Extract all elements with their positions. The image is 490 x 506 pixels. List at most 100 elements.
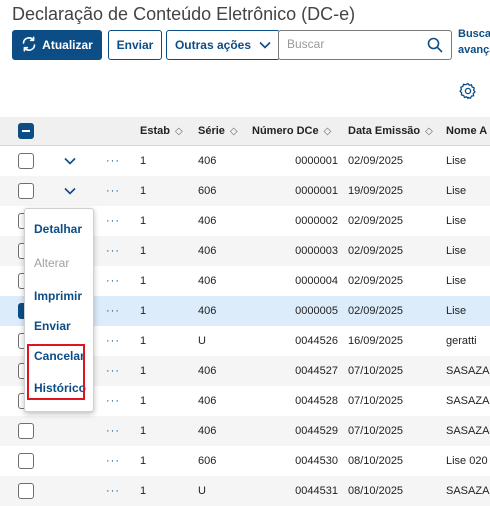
cell-estab: 1 <box>140 335 147 347</box>
column-header-nome[interactable]: Nome A <box>446 117 490 145</box>
cell-data-emissao: 08/10/2025 <box>348 455 404 467</box>
row-checkbox[interactable] <box>18 483 34 499</box>
cell-estab: 1 <box>140 395 147 407</box>
cell-data-emissao: 02/09/2025 <box>348 275 404 287</box>
chevron-down-icon[interactable] <box>64 187 76 195</box>
cell-nome: Lise 020 <box>446 455 488 467</box>
row-select-cell <box>18 176 36 206</box>
cell-serie: U <box>198 485 206 497</box>
column-header-label: Data Emissão <box>348 125 421 137</box>
cell-numero: 0044530 <box>295 455 338 467</box>
cell-estab: 1 <box>140 215 147 227</box>
search-box <box>278 30 452 60</box>
cell-serie: 406 <box>198 155 217 167</box>
cell-numero: 0000001 <box>295 185 338 197</box>
column-header-label: Estab <box>140 125 170 137</box>
cell-data-emissao: 07/10/2025 <box>348 395 404 407</box>
cell-nome: geratti <box>446 335 477 347</box>
refresh-button[interactable]: Atualizar <box>12 30 102 60</box>
column-header-label: Número DCe <box>252 125 319 137</box>
menu-item-alterar: Alterar <box>34 256 70 270</box>
cell-nome: SASAZA <box>446 395 490 407</box>
column-header-data[interactable]: Data Emissão ◇ <box>348 117 438 145</box>
row-expand-cell <box>64 176 80 206</box>
more-horizontal-icon[interactable]: ··· <box>106 146 122 176</box>
more-horizontal-icon[interactable]: ··· <box>106 416 122 446</box>
cell-estab: 1 <box>140 155 147 167</box>
advanced-search-link[interactable]: Busca avançada <box>458 26 490 58</box>
cell-estab: 1 <box>140 275 147 287</box>
cell-numero: 0000001 <box>295 155 338 167</box>
select-all-cell <box>18 117 36 145</box>
sort-icon: ◇ <box>323 125 332 137</box>
column-header-label: Série <box>198 125 225 137</box>
advanced-search-line1: Busca <box>458 28 490 40</box>
more-horizontal-icon[interactable]: ··· <box>106 266 122 296</box>
chevron-down-icon[interactable] <box>64 157 76 165</box>
highlight-box <box>27 344 85 400</box>
cell-serie: 406 <box>198 275 217 287</box>
menu-item-enviar[interactable]: Enviar <box>34 319 71 333</box>
menu-item-detalhar[interactable]: Detalhar <box>34 222 82 236</box>
cell-data-emissao: 02/09/2025 <box>348 245 404 257</box>
cell-data-emissao: 16/09/2025 <box>348 335 404 347</box>
select-all-checkbox[interactable] <box>18 123 34 139</box>
row-select-cell <box>18 476 36 506</box>
cell-nome: SASAZA <box>446 485 490 497</box>
send-button[interactable]: Enviar <box>108 30 162 60</box>
search-icon[interactable] <box>427 37 443 53</box>
cell-serie: 406 <box>198 425 217 437</box>
table-row[interactable]: ··· 1 406 0044529 07/10/2025 SASAZA <box>0 416 490 446</box>
more-horizontal-icon[interactable]: ··· <box>106 236 122 266</box>
more-horizontal-icon[interactable]: ··· <box>106 206 122 236</box>
table-row[interactable]: ··· 1 U 0044531 08/10/2025 SASAZA <box>0 476 490 506</box>
cell-numero: 0000004 <box>295 275 338 287</box>
cell-serie: 606 <box>198 455 217 467</box>
cell-data-emissao: 07/10/2025 <box>348 365 404 377</box>
search-input[interactable] <box>279 31 427 57</box>
table-row[interactable]: ··· 1 406 0000001 02/09/2025 Lise <box>0 146 490 176</box>
cell-serie: 406 <box>198 365 217 377</box>
row-expand-cell <box>64 146 80 176</box>
more-horizontal-icon[interactable]: ··· <box>106 326 122 356</box>
table-header: Estab ◇ Série ◇ Número DCe ◇ Data Emissão ◇ … <box>0 117 490 146</box>
cell-data-emissao: 02/09/2025 <box>348 155 404 167</box>
gear-icon[interactable] <box>459 82 477 100</box>
chevron-down-icon <box>259 41 271 49</box>
row-checkbox[interactable] <box>18 423 34 439</box>
cell-serie: 406 <box>198 305 217 317</box>
more-horizontal-icon[interactable]: ··· <box>106 386 122 416</box>
cell-nome: SASAZA <box>446 365 490 377</box>
more-horizontal-icon[interactable]: ··· <box>106 176 122 206</box>
page-title: Declaração de Conteúdo Eletrônico (DC-e) <box>12 4 356 24</box>
column-header-label: Nome A <box>446 125 488 137</box>
sort-icon: ◇ <box>425 125 433 137</box>
toolbar: Atualizar Enviar Outras ações Busca avan… <box>12 28 490 62</box>
menu-item-imprimir[interactable]: Imprimir <box>34 289 82 303</box>
more-actions-label: Outras ações <box>174 38 252 52</box>
cell-serie: 406 <box>198 215 217 227</box>
row-checkbox[interactable] <box>18 453 34 469</box>
refresh-icon <box>21 36 37 55</box>
more-horizontal-icon[interactable]: ··· <box>106 446 122 476</box>
cell-nome: Lise <box>446 185 467 197</box>
more-horizontal-icon[interactable]: ··· <box>106 476 122 506</box>
row-checkbox[interactable] <box>18 183 34 199</box>
cell-numero: 0044528 <box>295 395 338 407</box>
column-header-numero[interactable]: Número DCe ◇ <box>252 117 344 145</box>
more-horizontal-icon[interactable]: ··· <box>106 296 122 326</box>
column-header-estab[interactable]: Estab ◇ <box>140 117 190 145</box>
cell-numero: 0000002 <box>295 215 338 227</box>
cell-estab: 1 <box>140 305 147 317</box>
table-row[interactable]: ··· 1 606 0044530 08/10/2025 Lise 020 <box>0 446 490 476</box>
row-select-cell <box>18 416 36 446</box>
table-row[interactable]: ··· 1 606 0000001 19/09/2025 Lise <box>0 176 490 206</box>
cell-estab: 1 <box>140 425 147 437</box>
cell-numero: 0000003 <box>295 245 338 257</box>
cell-serie: 606 <box>198 185 217 197</box>
column-header-serie[interactable]: Série ◇ <box>198 117 248 145</box>
more-horizontal-icon[interactable]: ··· <box>106 356 122 386</box>
cell-numero: 0000005 <box>295 305 338 317</box>
more-actions-button[interactable]: Outras ações <box>166 30 280 60</box>
row-checkbox[interactable] <box>18 153 34 169</box>
